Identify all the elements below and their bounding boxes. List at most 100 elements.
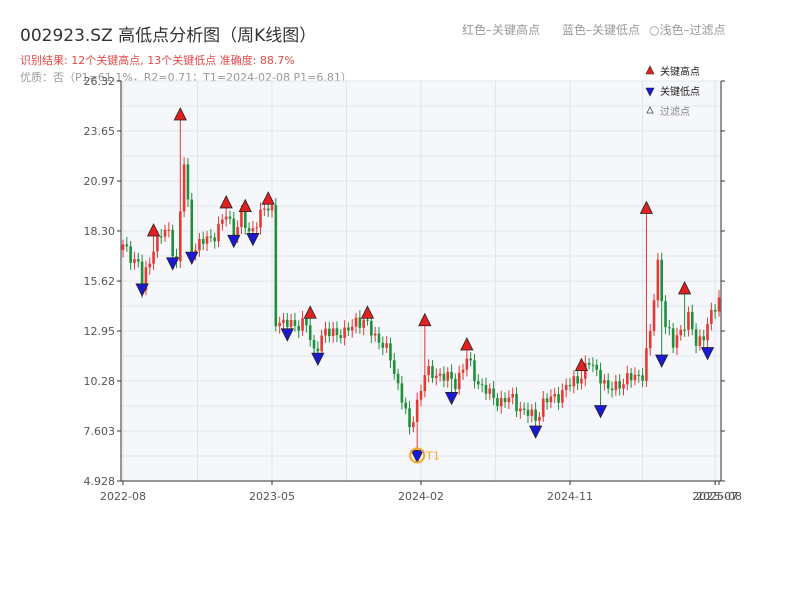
candle-body [389, 343, 392, 361]
candle-body [694, 329, 698, 346]
candle-body [637, 374, 641, 376]
candle-body [282, 319, 285, 323]
candle-body [561, 390, 564, 403]
y-tick-label: 7.603 [84, 425, 116, 438]
candle-body [626, 373, 629, 385]
candle-body [366, 319, 369, 321]
candle-body [568, 384, 572, 387]
legend-high-label: 关键高点 [660, 65, 700, 78]
candle-body [289, 320, 293, 327]
candle-body [473, 360, 476, 382]
candle-body [698, 336, 702, 346]
candle-body [152, 251, 155, 264]
candle-body [221, 219, 224, 224]
candle-body [293, 320, 297, 326]
candle-body [606, 380, 610, 389]
candle-body [266, 208, 270, 211]
candle-body [179, 211, 182, 262]
candle-body [370, 320, 373, 336]
candle-body [717, 297, 721, 312]
x-tick-label: 2023-05 [249, 490, 295, 503]
candle-body [603, 380, 606, 384]
x-tick-label: 2024-11 [547, 490, 593, 503]
candle-body [381, 342, 385, 348]
x-tick-label: 2025-08 [696, 490, 742, 503]
candle-body [633, 374, 637, 381]
candle-body [503, 397, 507, 403]
candle-body [690, 311, 694, 330]
candle-body [515, 393, 518, 412]
candle-body [305, 318, 308, 326]
candle-body [121, 244, 125, 251]
candle-body [618, 381, 621, 389]
y-tick-label: 10.28 [84, 375, 116, 388]
candle-body [232, 218, 236, 238]
candle-body [645, 348, 648, 381]
candle-body [591, 364, 595, 366]
x-tick-label: 2024-02 [398, 490, 444, 503]
candle-body [213, 237, 216, 242]
candle-body [576, 376, 579, 384]
candle-body [240, 211, 243, 228]
candle-body [595, 364, 599, 370]
candle-body [484, 384, 488, 394]
candle-body [255, 227, 259, 229]
candle-body [511, 393, 514, 398]
candle-body [274, 205, 278, 327]
candle-body [423, 375, 427, 391]
candle-body [350, 326, 354, 331]
candle-body [385, 343, 388, 348]
candle-body [335, 328, 339, 336]
candle-body [148, 263, 152, 268]
t1-label: T1 [425, 449, 440, 462]
candle-body [713, 309, 717, 312]
candle-body [660, 259, 663, 302]
candle-body [243, 211, 247, 229]
candle-body [553, 394, 557, 397]
x-tick-label: 2022-08 [100, 490, 146, 503]
candle-body [297, 325, 301, 331]
candle-body [641, 375, 644, 381]
candle-body [454, 378, 457, 390]
candle-body [347, 327, 350, 331]
candle-body [469, 358, 472, 361]
candle-body [415, 399, 419, 423]
candle-body [400, 383, 404, 403]
candle-body [412, 422, 415, 428]
y-tick-label: 4.928 [84, 475, 116, 488]
candle-body [312, 340, 316, 349]
candle-body [404, 402, 408, 409]
candle-body [201, 238, 205, 244]
candle-body [477, 381, 480, 385]
candle-body [545, 398, 549, 403]
candle-body [247, 228, 251, 232]
candle-body [614, 381, 618, 391]
candle-body [675, 335, 679, 348]
candle-body [285, 319, 289, 327]
candle-body [664, 301, 667, 328]
candle-body [167, 229, 171, 231]
candle-body [629, 373, 633, 381]
candle-body [263, 208, 266, 210]
candle-body [442, 373, 446, 381]
candle-body [396, 373, 400, 384]
candlestick-chart: 26.32 23.65 20.97 18.30 15.62 12.95 10.28 7.603… [84, 65, 742, 503]
candle-body [408, 408, 411, 428]
candle-body [217, 223, 220, 242]
candle-body [125, 244, 129, 247]
candle-body [499, 397, 503, 407]
candle-body [159, 236, 163, 238]
candle-body [480, 384, 484, 386]
candle-body [156, 236, 159, 252]
candle-body [530, 409, 534, 416]
candle-body [541, 398, 545, 417]
candle-body [526, 409, 530, 416]
candle-body [446, 371, 450, 381]
legend-filtered-label: 过滤点 [660, 105, 690, 118]
candle-body [251, 228, 255, 232]
candle-body [163, 229, 167, 237]
candle-body [316, 348, 320, 352]
candle-body [622, 384, 625, 389]
candle-body [182, 164, 186, 212]
y-tick-label: 15.62 [84, 275, 116, 288]
